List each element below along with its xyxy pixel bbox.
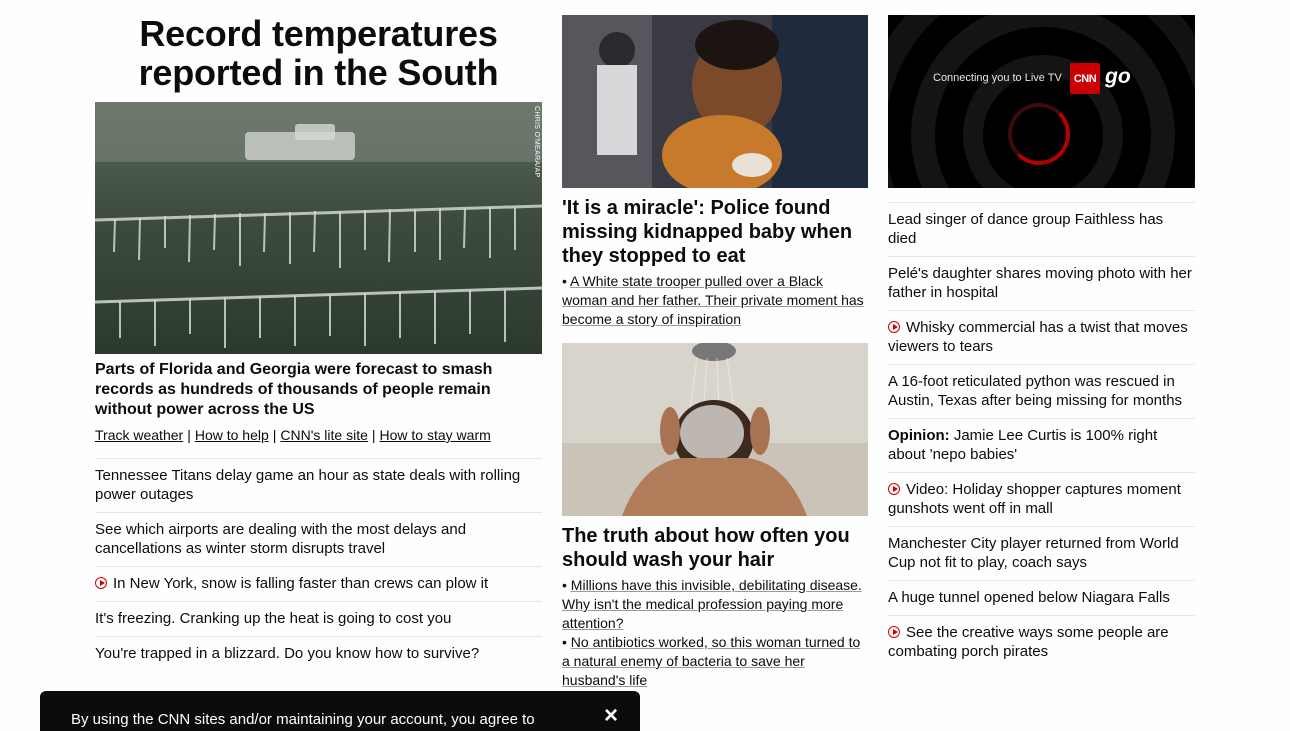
lite-site-link[interactable]: CNN's lite site [280,427,367,443]
bullet-item: • Millions have this invisible, debilita… [562,577,862,631]
story-link[interactable]: Whisky commercial has a twist that moves… [888,319,1188,355]
story-link[interactable]: Lead singer of dance group Faithless has… [888,211,1163,247]
list-item[interactable]: Whisky commercial has a twist that moves… [888,310,1195,364]
story-link[interactable]: Manchester City player returned from Wor… [888,535,1179,571]
stay-warm-link[interactable]: How to stay warm [380,427,491,443]
link-separator: | [371,427,376,443]
bullet-link[interactable]: No antibiotics worked, so this woman tur… [562,634,860,688]
lead-story-title[interactable]: Parts of Florida and Georgia were foreca… [95,360,542,420]
story-link[interactable]: A 16-foot reticulated python was rescued… [888,373,1182,409]
story-link[interactable]: See the creative ways some people are co… [888,624,1169,660]
list-item[interactable]: Tennessee Titans delay game an hour as s… [95,458,542,512]
story-link[interactable]: In New York, snow is falling faster than… [113,575,488,592]
list-item[interactable]: A huge tunnel opened below Niagara Falls [888,580,1195,615]
play-video-icon [888,321,900,333]
list-item[interactable]: Video: Holiday shopper captures moment g… [888,472,1195,526]
close-icon[interactable]: × [604,704,618,728]
related-stories-list: Tennessee Titans delay game an hour as s… [95,458,542,671]
connecting-text: Connecting you to Live TV [933,72,1062,84]
link-separator: | [187,427,191,443]
lead-story: Record temperatures reported in the Sout… [95,14,542,671]
list-item[interactable]: You're trapped in a blizzard. Do you kno… [95,636,542,671]
list-item[interactable]: A 16-foot reticulated python was rescued… [888,364,1195,418]
list-item[interactable]: Opinion: Jamie Lee Curtis is 100% right … [888,418,1195,472]
right-column: Connecting you to Live TV CNN go Lead si… [888,15,1195,669]
card-title[interactable]: The truth about how often you should was… [562,524,868,572]
lead-links: Track weather | How to help | CNN's lite sit… [95,427,542,443]
image-credit: CHRIS O'MEARA/AP [533,106,540,178]
bullet-link[interactable]: Millions have this invisible, debilitati… [562,577,862,631]
loading-spinner-icon [1008,103,1070,165]
play-video-icon [888,626,900,638]
baby-image[interactable] [562,15,868,188]
story-link[interactable]: You're trapped in a blizzard. Do you kno… [95,645,479,662]
list-item[interactable]: Lead singer of dance group Faithless has… [888,202,1195,256]
track-weather-link[interactable]: Track weather [95,427,183,443]
headlines-list: Lead singer of dance group Faithless has… [888,202,1195,669]
story-link[interactable]: Pelé's daughter shares moving photo with… [888,265,1192,301]
lead-image[interactable]: CHRIS O'MEARA/AP [95,102,542,354]
list-item[interactable]: See the creative ways some people are co… [888,615,1195,669]
consent-text: By using the CNN sites and/or maintainin… [71,711,535,728]
list-item[interactable]: In New York, snow is falling faster than… [95,566,542,601]
list-item[interactable]: See which airports are dealing with the … [95,512,542,566]
middle-column: 'It is a miracle': Police found missing … [562,15,868,690]
opinion-label: Opinion: [888,427,950,444]
bullet-item: • No antibiotics worked, so this woman t… [562,634,861,688]
card-title[interactable]: 'It is a miracle': Police found missing … [562,196,868,268]
baby-photo [562,15,868,188]
shower-photo [562,343,868,516]
story-link[interactable]: It's freezing. Cranking up the heat is g… [95,610,451,627]
play-video-icon [888,483,900,495]
cnn-logo: CNN [1070,63,1100,94]
go-wordmark: go [1105,65,1131,88]
list-item[interactable]: It's freezing. Cranking up the heat is g… [95,601,542,636]
icicles-fence-photo [95,102,542,354]
page-title[interactable]: Record temperatures reported in the Sout… [95,14,542,92]
bullet-link[interactable]: A White state trooper pulled over a Blac… [562,273,864,327]
bullet-item: • A White state trooper pulled over a Bl… [562,273,864,327]
list-item[interactable]: Pelé's daughter shares moving photo with… [888,256,1195,310]
story-link[interactable]: Video: Holiday shopper captures moment g… [888,481,1181,517]
play-video-icon [95,577,107,589]
how-to-help-link[interactable]: How to help [195,427,269,443]
link-separator: | [272,427,277,443]
consent-banner: By using the CNN sites and/or maintainin… [40,691,640,731]
shower-image[interactable] [562,343,868,516]
story-link[interactable]: Tennessee Titans delay game an hour as s… [95,467,520,503]
live-tv-player[interactable]: Connecting you to Live TV CNN go [888,15,1195,188]
list-item[interactable]: Manchester City player returned from Wor… [888,526,1195,580]
story-link[interactable]: See which airports are dealing with the … [95,521,466,557]
story-link[interactable]: A huge tunnel opened below Niagara Falls [888,589,1170,606]
